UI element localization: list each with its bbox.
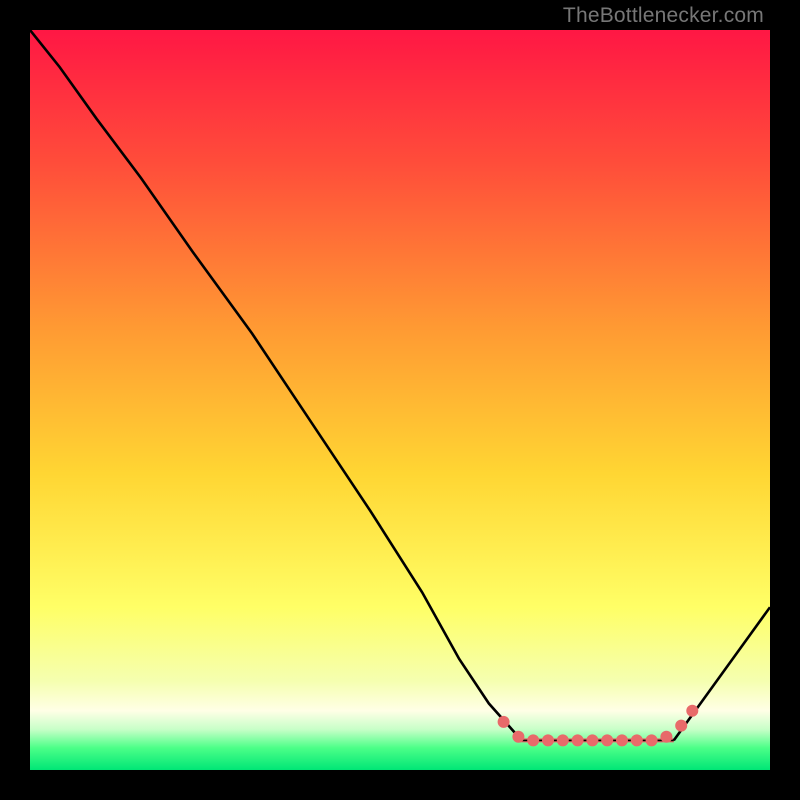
data-marker [617, 735, 628, 746]
bottleneck-chart-svg [30, 30, 770, 770]
data-marker [572, 735, 583, 746]
data-marker [557, 735, 568, 746]
chart-frame [30, 30, 770, 770]
data-marker [646, 735, 657, 746]
data-marker [687, 705, 698, 716]
data-marker [661, 731, 672, 742]
data-marker [602, 735, 613, 746]
data-marker [513, 731, 524, 742]
data-marker [676, 720, 687, 731]
data-marker [498, 716, 509, 727]
data-marker [631, 735, 642, 746]
gradient-background [30, 30, 770, 770]
data-marker [587, 735, 598, 746]
watermark-text: TheBottlenecker.com [563, 4, 764, 28]
data-marker [543, 735, 554, 746]
data-marker [528, 735, 539, 746]
